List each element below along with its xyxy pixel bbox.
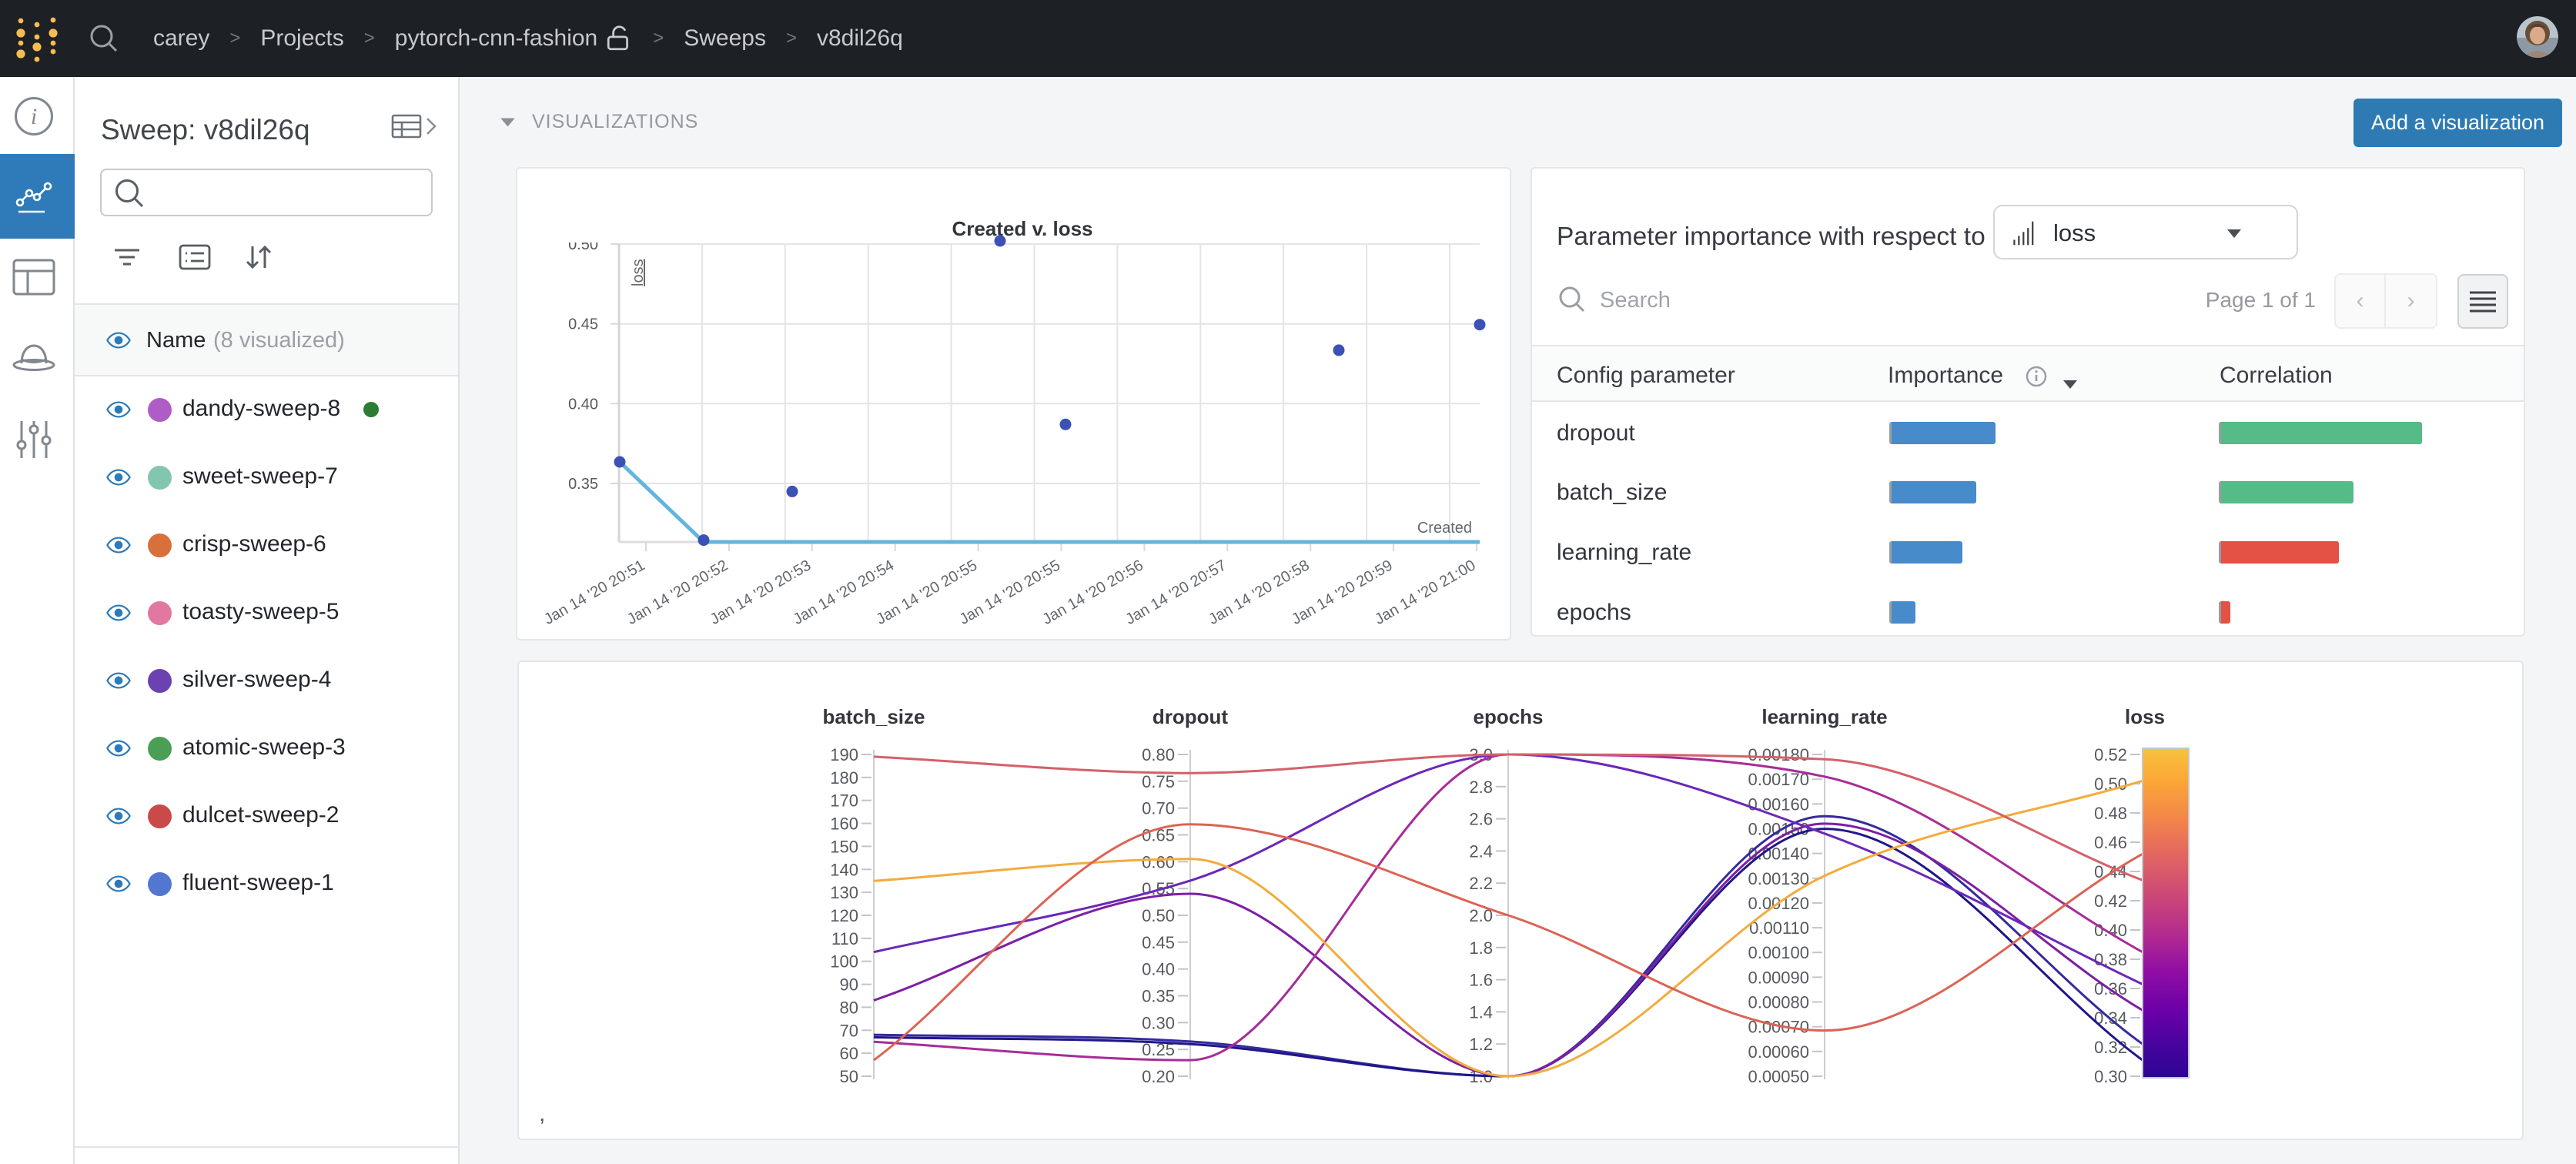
svg-text:0.32: 0.32 xyxy=(2094,1038,2127,1057)
svg-text:0.00060: 0.00060 xyxy=(1748,1042,1809,1062)
svg-text:160: 160 xyxy=(830,814,858,834)
svg-text:0.45: 0.45 xyxy=(1142,933,1175,952)
svg-text:batch_size: batch_size xyxy=(823,705,925,728)
svg-text:100: 100 xyxy=(830,952,858,972)
svg-text:0.50: 0.50 xyxy=(1142,906,1175,925)
svg-text:0.50: 0.50 xyxy=(568,236,598,253)
svg-text:1.2: 1.2 xyxy=(1469,1035,1493,1054)
svg-text:110: 110 xyxy=(831,929,858,948)
svg-text:2.4: 2.4 xyxy=(1469,841,1493,861)
svg-text:130: 130 xyxy=(830,883,858,902)
svg-text:epochs: epochs xyxy=(1473,705,1543,728)
svg-text:0.00090: 0.00090 xyxy=(1748,968,1809,987)
svg-text:0.46: 0.46 xyxy=(2094,833,2127,852)
svg-text:0.00110: 0.00110 xyxy=(1749,918,1809,938)
svg-text:170: 170 xyxy=(830,791,858,811)
svg-text:150: 150 xyxy=(830,837,858,856)
svg-text:i: i xyxy=(31,104,37,129)
svg-text:2.6: 2.6 xyxy=(1469,810,1493,829)
svg-text:0.35: 0.35 xyxy=(568,476,598,493)
svg-text:70: 70 xyxy=(840,1021,858,1040)
svg-text:0.30: 0.30 xyxy=(2094,1067,2127,1086)
svg-text:0.75: 0.75 xyxy=(1142,772,1175,791)
svg-text:dropout: dropout xyxy=(1153,705,1229,728)
svg-text:0.00050: 0.00050 xyxy=(1748,1067,1809,1086)
svg-text:2.8: 2.8 xyxy=(1469,778,1493,797)
svg-text:0.42: 0.42 xyxy=(2094,891,2127,911)
svg-text:0.40: 0.40 xyxy=(568,396,598,413)
svg-text:Created: Created xyxy=(1417,520,1472,537)
svg-text:learning_rate: learning_rate xyxy=(1761,705,1887,728)
svg-text:60: 60 xyxy=(840,1044,858,1063)
svg-text:0.40: 0.40 xyxy=(1142,960,1175,979)
svg-text:0.45: 0.45 xyxy=(568,316,598,333)
svg-text:140: 140 xyxy=(830,860,858,879)
svg-text:loss: loss xyxy=(2125,705,2165,728)
svg-text:0.00130: 0.00130 xyxy=(1748,869,1809,888)
svg-text:0.20: 0.20 xyxy=(1142,1067,1175,1086)
svg-text:0.30: 0.30 xyxy=(1142,1013,1175,1032)
svg-text:1.4: 1.4 xyxy=(1469,1002,1493,1022)
svg-text:120: 120 xyxy=(830,906,858,925)
svg-text:80: 80 xyxy=(840,998,858,1017)
svg-text:180: 180 xyxy=(830,768,858,788)
svg-text:,: , xyxy=(539,1101,545,1126)
svg-text:2.2: 2.2 xyxy=(1469,874,1493,893)
svg-text:0.52: 0.52 xyxy=(2094,745,2127,764)
svg-text:90: 90 xyxy=(840,975,858,995)
svg-text:0.00080: 0.00080 xyxy=(1748,993,1809,1012)
svg-text:1.6: 1.6 xyxy=(1469,971,1493,990)
svg-text:0.60: 0.60 xyxy=(1142,852,1175,871)
svg-text:0.48: 0.48 xyxy=(2094,804,2127,823)
svg-text:0.35: 0.35 xyxy=(1142,987,1175,1006)
svg-text:1.8: 1.8 xyxy=(1469,938,1493,958)
svg-text:loss: loss xyxy=(630,259,647,286)
svg-text:0.00100: 0.00100 xyxy=(1748,943,1809,962)
svg-text:190: 190 xyxy=(830,745,858,764)
svg-text:0.00160: 0.00160 xyxy=(1748,794,1809,814)
svg-text:0.80: 0.80 xyxy=(1142,745,1175,764)
svg-text:0.00180: 0.00180 xyxy=(1748,745,1809,764)
svg-text:0.38: 0.38 xyxy=(2094,950,2127,969)
svg-text:Created v. loss: Created v. loss xyxy=(952,217,1092,240)
svg-text:50: 50 xyxy=(840,1067,858,1086)
svg-text:0.70: 0.70 xyxy=(1142,799,1175,818)
svg-text:0.40: 0.40 xyxy=(2094,921,2127,940)
